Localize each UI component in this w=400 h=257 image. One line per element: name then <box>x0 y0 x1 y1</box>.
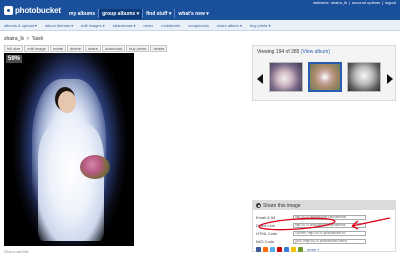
viewing-count: Viewing 194 of 285 <box>257 49 300 55</box>
zoom-badge: 59% <box>6 55 23 63</box>
breadcrumb-user[interactable]: shaira_lk <box>4 36 24 42</box>
twitter-icon[interactable] <box>270 247 275 252</box>
main-photo[interactable]: 59% <box>4 53 134 246</box>
sub-nav: albums & upload ▾ album themes ▾ edit im… <box>0 20 400 31</box>
nav-group-albums[interactable]: group albums ▾ <box>99 9 143 19</box>
logo-text: photobucket <box>15 6 61 15</box>
subnav-edit-images-label: edit images <box>81 22 102 28</box>
welcome-area: welcome, shaira_lk | account options | logou… <box>312 0 396 5</box>
digg-icon[interactable] <box>284 247 289 252</box>
share-button[interactable]: share <box>84 45 101 52</box>
myspace-icon[interactable] <box>277 247 282 252</box>
breadcrumb: shaira_lk > Taish <box>4 36 43 42</box>
image-toolbar: full size edit image rotate delete share… <box>4 45 168 52</box>
subnav-albums-upload[interactable]: albums & upload ▾ <box>4 23 37 28</box>
view-album-link[interactable]: (View album) <box>301 49 330 55</box>
edit-image-button[interactable]: edit image <box>24 45 49 52</box>
share-panel: Share this image Email & IM http://i270.… <box>252 200 396 252</box>
download-button[interactable]: download <box>101 45 126 52</box>
rotate-button[interactable]: rotate <box>49 45 67 52</box>
html-code-field[interactable]: <a href="http://s270.photobucket.co <box>293 230 366 236</box>
full-size-button[interactable]: full size <box>4 45 24 52</box>
head-shape <box>58 91 76 113</box>
email-im-field[interactable]: http://i270.photobucket.com/albums/ <box>293 214 366 220</box>
delete-button[interactable]: delete <box>67 45 84 52</box>
img-code-label: IMG Code <box>256 238 275 244</box>
viewing-title: Viewing 194 of 285 (View album) <box>257 49 330 55</box>
subnav-mobileweb[interactable]: mobileweb <box>161 23 180 28</box>
delete-image-button[interactable]: delete <box>150 45 168 52</box>
main-nav: my albums group albums ▾ find stuff ▾ wh… <box>66 9 212 19</box>
share-title: Share this image <box>263 202 301 209</box>
delicious-icon[interactable] <box>291 247 296 252</box>
subnav-edit-images[interactable]: edit images ▾ <box>81 23 105 28</box>
subnav-album-themes-label: album themes <box>44 22 71 28</box>
share-row-html: HTML Code <a href="http://s270.photobuck… <box>256 230 366 236</box>
photobucket-logo-icon <box>4 6 13 15</box>
subnav-share-album[interactable]: share album ▾ <box>217 23 242 28</box>
share-row-email: Email & IM http://i270.photobucket.com/a… <box>256 214 366 220</box>
subnav-buy-prints-label: buy prints <box>249 22 268 28</box>
nav-find-stuff-label: find stuff <box>146 11 168 17</box>
nav-whats-new[interactable]: what's new ▾ <box>175 9 211 19</box>
top-bar: photobucket my albums group albums ▾ fin… <box>0 0 400 20</box>
nav-find-stuff[interactable]: find stuff ▾ <box>143 9 174 19</box>
breadcrumb-album[interactable]: Taish <box>32 36 44 42</box>
viewing-panel: Viewing 194 of 285 (View album) <box>252 45 396 101</box>
direct-link-field[interactable]: http://i270.photobucket.com/albums <box>293 222 366 228</box>
breadcrumb-separator: > <box>26 36 30 42</box>
subnav-slideshows-label: slideshows <box>112 22 133 28</box>
photo-caption[interactable]: Click to add title <box>4 250 29 254</box>
subnav-share-album-label: share album <box>216 22 239 28</box>
logout-link[interactable]: logout <box>385 0 396 5</box>
prev-arrow-icon[interactable] <box>257 74 263 84</box>
more-share-link[interactable]: more » <box>307 247 319 252</box>
subnav-scrapbooks[interactable]: scrapbooks <box>188 23 208 28</box>
thumbnail-strip <box>257 60 393 94</box>
thumbnail-current[interactable] <box>308 62 342 92</box>
blogger-icon[interactable] <box>263 247 268 252</box>
subnav-album-themes[interactable]: album themes ▾ <box>45 23 73 28</box>
account-options-link[interactable]: account options <box>352 0 380 5</box>
stumbleupon-icon[interactable] <box>298 247 303 252</box>
subnav-slideshows[interactable]: slideshows ▾ <box>113 23 136 28</box>
html-code-label: HTML Code <box>256 230 278 236</box>
nav-whats-new-label: what's new <box>178 11 205 17</box>
buy-prints-button[interactable]: buy prints <box>126 45 150 52</box>
subnav-albums-upload-label: albums & upload <box>4 22 34 28</box>
nav-my-albums[interactable]: my albums <box>66 9 98 19</box>
share-icon <box>256 203 261 208</box>
dress-shape <box>38 123 104 241</box>
share-row-img: IMG Code [URL=http://s270.photobucket.co… <box>256 238 366 244</box>
img-code-field[interactable]: [URL=http://s270.photobucket.com/a <box>293 238 366 244</box>
logo[interactable]: photobucket <box>4 5 61 16</box>
social-icons: more » <box>256 247 319 252</box>
subnav-buy-prints[interactable]: buy prints ▾ <box>250 23 270 28</box>
bride-photo-image <box>14 53 126 246</box>
next-arrow-icon[interactable] <box>387 74 393 84</box>
share-header: Share this image <box>253 201 395 210</box>
thumbnail-next[interactable] <box>347 62 381 92</box>
email-im-label: Email & IM <box>256 214 276 220</box>
bouquet-shape <box>80 155 110 179</box>
nav-group-albums-label: group albums <box>102 11 136 17</box>
welcome-text: welcome, shaira_lk <box>312 0 347 5</box>
facebook-icon[interactable] <box>256 247 261 252</box>
thumbnail-prev[interactable] <box>269 62 303 92</box>
subnav-remix[interactable]: remix <box>143 23 153 28</box>
share-row-direct-link: Direct Link http://i270.photobucket.com/… <box>256 222 366 228</box>
direct-link-label: Direct Link <box>256 222 275 228</box>
